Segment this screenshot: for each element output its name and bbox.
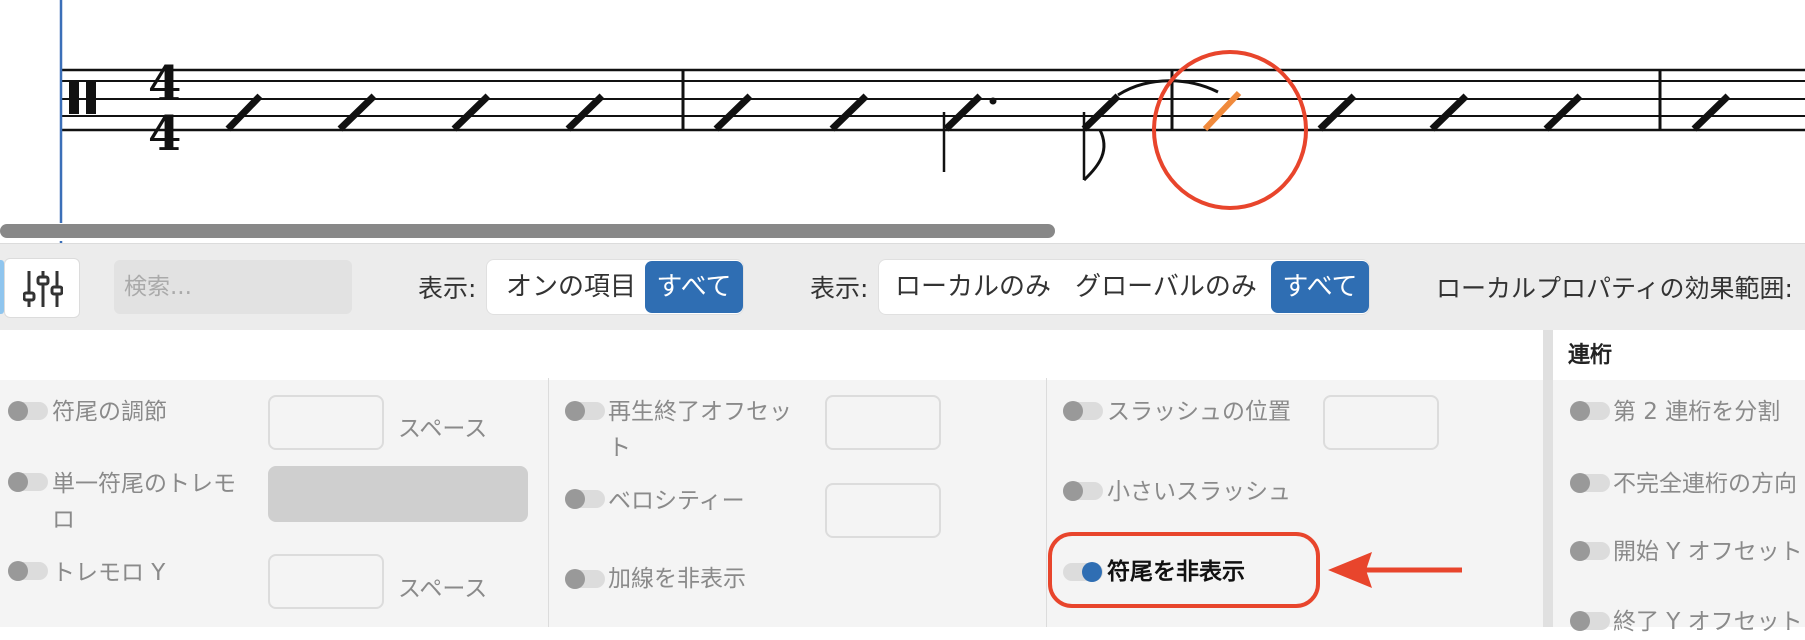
tremolo-y-toggle[interactable] <box>8 561 48 581</box>
column-divider <box>1046 378 1047 627</box>
augmentation-dot <box>989 97 997 105</box>
split-second-beam-label: 第 2 連桁を分割 <box>1613 399 1781 425</box>
single-stem-tremolo-label: 単一符尾のトレモロ <box>52 471 236 533</box>
stem-adjust-toggle[interactable] <box>8 401 48 421</box>
flag <box>1082 129 1106 182</box>
beam-group-title: 連桁 <box>1568 343 1613 368</box>
filter-scope-all-button[interactable]: すべて <box>1271 261 1369 313</box>
percussion-clef <box>69 82 79 114</box>
horizontal-scrollbar-thumb[interactable] <box>0 224 1055 238</box>
search-input[interactable] <box>114 260 352 314</box>
slash-notes <box>225 93 1731 132</box>
stem-adjust-label: 符尾の調節 <box>52 399 167 425</box>
hide-ledger-label: 加線を非表示 <box>608 566 746 592</box>
show-label-1: 表示: <box>418 274 477 303</box>
stem-adjust-field[interactable] <box>268 395 384 450</box>
start-y-offset-label: 開始 Y オフセット <box>1613 539 1803 565</box>
hide-stem-toggle[interactable] <box>1063 562 1103 582</box>
filter-on-all-segment: オンの項目 すべて <box>486 259 744 315</box>
sliders-button[interactable] <box>4 258 80 318</box>
local-scope-label: ローカルプロパティの効果範囲: <box>1436 274 1793 303</box>
filter-local-only-button[interactable]: ローカルのみ <box>893 260 1053 314</box>
playback-end-offset-toggle[interactable] <box>565 401 605 421</box>
filter-on-items-button[interactable]: オンの項目 <box>501 260 641 314</box>
small-slash-label: 小さいスラッシュ <box>1107 479 1291 505</box>
filter-all-button[interactable]: すべて <box>645 261 743 313</box>
slash-position-toggle[interactable] <box>1063 401 1103 421</box>
sliders-icon <box>23 271 63 307</box>
filter-global-only-button[interactable]: グローバルのみ <box>1071 260 1261 314</box>
show-label-2: 表示: <box>810 274 869 303</box>
time-sig-denominator: 4 <box>148 106 181 162</box>
playback-end-offset-label: 再生終了オフセット <box>608 399 792 461</box>
time-sig-numerator: 4 <box>148 56 181 112</box>
music-staff[interactable]: 4 4 <box>0 0 1805 243</box>
stem-adjust-unit: スペース <box>398 416 488 442</box>
single-stem-tremolo-select[interactable] <box>268 466 528 522</box>
filter-scope-segment: ローカルのみ グローバルのみ すべて <box>878 259 1370 315</box>
split-second-beam-toggle[interactable] <box>1570 401 1610 421</box>
start-y-offset-toggle[interactable] <box>1570 541 1610 561</box>
panel-header-strip <box>0 330 1543 380</box>
slash-position-label: スラッシュの位置 <box>1107 399 1291 425</box>
slash-position-field[interactable] <box>1323 395 1439 450</box>
end-y-offset-toggle[interactable] <box>1570 611 1610 631</box>
hide-ledger-toggle[interactable] <box>565 569 605 589</box>
velocity-toggle[interactable] <box>565 489 605 509</box>
properties-toolbar: 表示: オンの項目 すべて 表示: ローカルのみ グローバルのみ すべて ローカ… <box>0 243 1805 331</box>
column-divider <box>548 378 549 627</box>
staff-inner-lines <box>60 80 1805 117</box>
velocity-label: ベロシティー <box>608 488 745 514</box>
playback-end-offset-field[interactable] <box>825 395 941 450</box>
tremolo-y-field[interactable] <box>268 554 384 609</box>
partial-beam-direction-label: 不完全連桁の方向 <box>1613 471 1797 497</box>
velocity-field[interactable] <box>825 483 941 538</box>
group-divider <box>1543 330 1553 627</box>
partial-beam-direction-toggle[interactable] <box>1570 473 1610 493</box>
end-y-offset-label: 終了 Y オフセット <box>1613 609 1803 635</box>
score-view[interactable]: 4 4 <box>0 0 1805 243</box>
hide-stem-label: 符尾を非表示 <box>1107 559 1245 585</box>
tremolo-y-label: トレモロ Y <box>52 560 166 586</box>
single-stem-tremolo-toggle[interactable] <box>8 472 48 492</box>
small-slash-toggle[interactable] <box>1063 481 1103 501</box>
tremolo-y-unit: スペース <box>398 576 488 602</box>
